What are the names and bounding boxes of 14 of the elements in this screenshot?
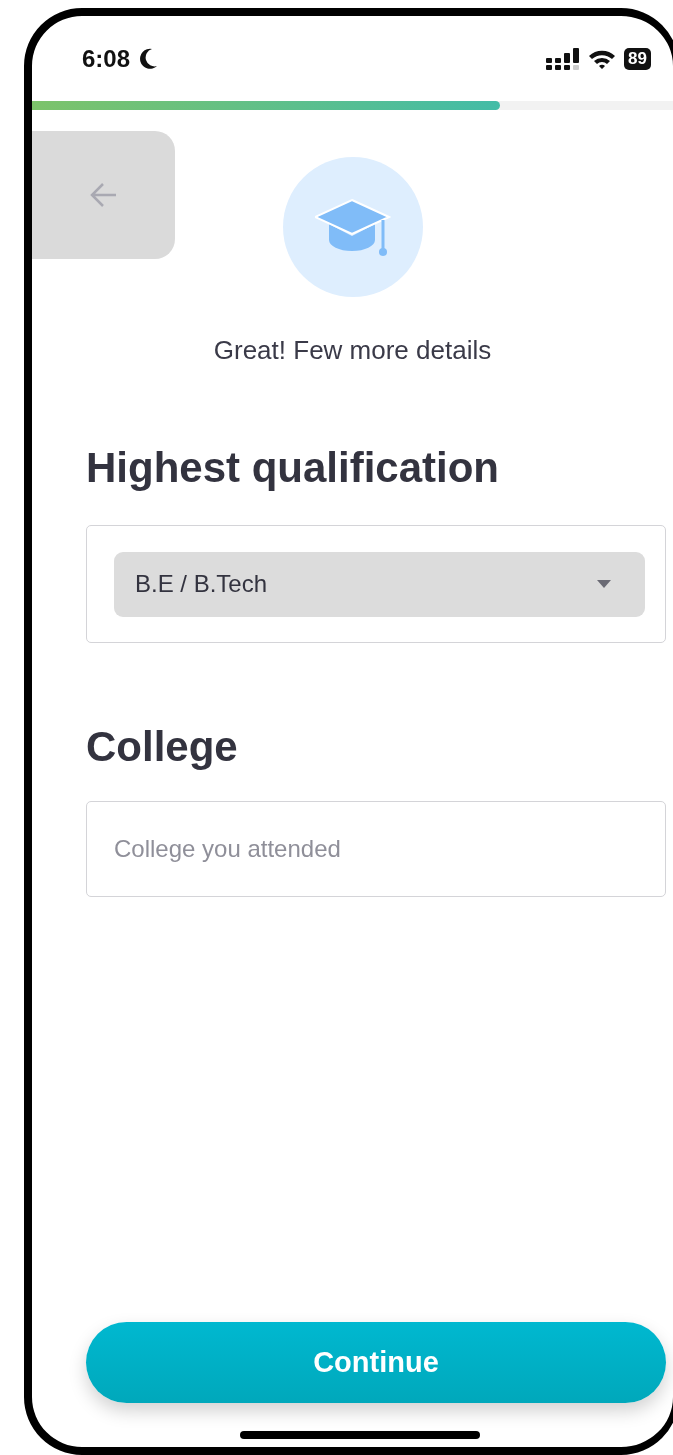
field-label: Highest qualification <box>86 444 501 492</box>
wifi-icon <box>588 48 617 69</box>
qualification-select[interactable]: B.E / B.Tech <box>114 551 645 617</box>
moon-icon <box>138 47 159 70</box>
college-input[interactable]: College you attended <box>86 801 666 897</box>
status-time: 6:08 <box>82 44 131 73</box>
signal-icon <box>546 47 581 70</box>
back-arrow-icon <box>89 182 118 208</box>
caret-icon <box>597 580 611 588</box>
battery-level: 89 <box>624 47 651 70</box>
subtitle: Great! Few more details <box>213 335 492 366</box>
field-label: College <box>86 723 239 771</box>
graduation-cap-icon <box>314 196 391 258</box>
back-button[interactable] <box>32 131 175 259</box>
